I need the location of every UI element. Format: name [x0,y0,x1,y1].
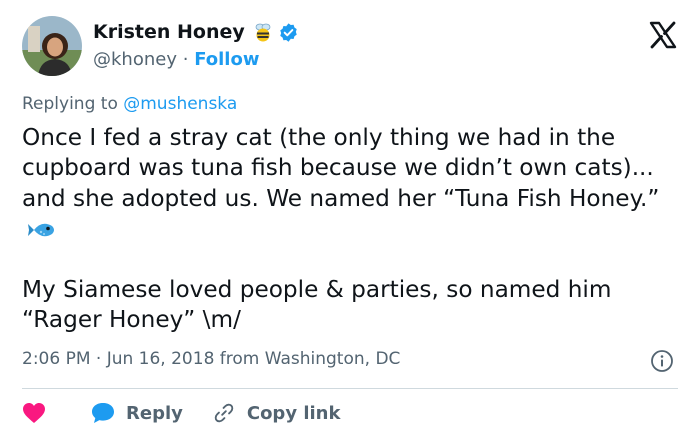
copy-link-label: Copy link [246,402,341,424]
heart-icon[interactable] [22,402,46,424]
author-handle-row: @khoney · Follow [93,49,259,70]
tweet-timestamp[interactable]: 2:06 PM · Jun 16, 2018 from Washington, … [22,349,400,369]
fish-icon [28,223,54,237]
bee-icon [255,23,271,42]
author-handle[interactable]: @khoney [93,49,177,70]
replying-prefix: Replying to [22,94,118,114]
tweet-paragraph-1: Once I fed a stray cat (the only thing w… [22,123,682,245]
tweet-paragraph-2: My Siamese loved people & parties, so na… [22,275,612,334]
verified-badge-icon [280,22,297,42]
author-name[interactable]: Kristen Honey [93,21,245,43]
avatar[interactable] [22,16,82,76]
replying-to: Replying to @mushenska [22,94,237,114]
tweet-actions: Reply Copy link [22,400,340,426]
reply-bubble-icon [92,403,114,423]
copy-link-button[interactable]: Copy link [213,402,341,424]
reply-label: Reply [126,402,183,424]
divider [22,388,678,389]
author-name-row: Kristen Honey [93,21,299,43]
follow-link[interactable]: Follow [194,49,259,70]
separator-dot: · [182,49,189,70]
tweet-paragraph-1-text: Once I fed a stray cat (the only thing w… [22,124,660,212]
reply-mention-link[interactable]: @mushenska [123,94,237,114]
tweet-text: Once I fed a stray cat (the only thing w… [22,123,682,335]
info-icon[interactable] [650,349,674,373]
link-icon [214,403,234,423]
reply-button[interactable]: Reply [90,401,183,425]
x-logo-icon[interactable] [648,20,678,50]
